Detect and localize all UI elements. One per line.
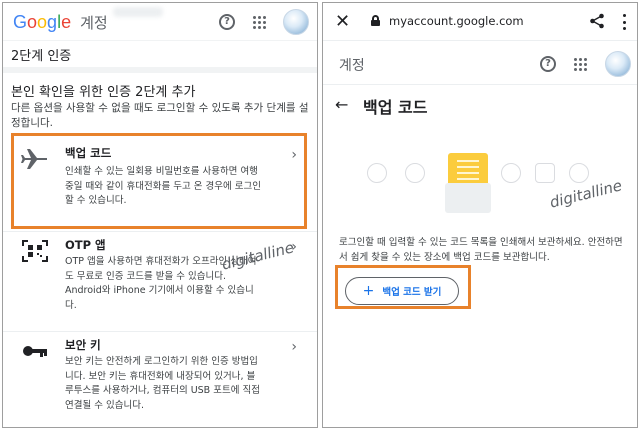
intro-title: 본인 확인을 위한 인증 2단계 추가: [11, 85, 196, 100]
backup-codes-description: 로그인할 때 입력할 수 있는 코드 목록을 인쇄해서 보관하세요. 안전하면서…: [339, 237, 623, 263]
shield-icon: [367, 163, 387, 183]
person-icon: [569, 163, 589, 183]
lock-icon: [535, 163, 555, 183]
key-icon: [23, 346, 47, 357]
qr-scan-icon: [22, 240, 48, 262]
logo-letter: o: [27, 12, 38, 32]
logo-letter: o: [37, 12, 48, 32]
method-title: 보안 키: [65, 338, 101, 352]
lock-icon[interactable]: [371, 15, 380, 26]
code-printout-icon: [445, 153, 491, 213]
apps-grid-icon[interactable]: [250, 13, 268, 31]
help-icon[interactable]: ?: [218, 13, 236, 31]
section-divider: [3, 67, 317, 73]
account-label: 계정: [80, 14, 108, 32]
help-icon[interactable]: ?: [539, 55, 557, 73]
method-title: OTP 앱: [65, 238, 106, 252]
fingerprint-icon: [501, 163, 521, 183]
right-panel: ✕ myaccount.google.com 계정 ? ← 백업 코드 digi…: [322, 2, 638, 428]
logo-letter: e: [61, 12, 72, 32]
more-options-icon[interactable]: [623, 14, 627, 30]
account-label: 계정: [339, 58, 365, 74]
app-header: Google 계정 ?: [3, 3, 317, 41]
close-icon[interactable]: ✕: [335, 11, 350, 32]
apps-grid-icon[interactable]: [571, 55, 589, 73]
url-bar[interactable]: myaccount.google.com: [389, 14, 524, 28]
highlight-box: [11, 133, 307, 229]
browser-toolbar: ✕ myaccount.google.com: [323, 3, 637, 41]
left-panel: Google 계정 ? 2단계 인증 본인 확인을 위한 인증 2단계 추가 다…: [2, 2, 318, 428]
avatar[interactable]: [605, 51, 631, 77]
button-label: 백업 코드 받기: [382, 287, 442, 298]
intro-description: 다른 옵션을 사용할 수 없을 때도 로그인할 수 있도록 추가 단계를 설정합…: [11, 102, 309, 129]
method-divider: [3, 331, 317, 332]
get-backup-codes-button[interactable]: + 백업 코드 받기: [345, 277, 459, 305]
avatar[interactable]: [283, 9, 309, 35]
redacted-name: [113, 7, 163, 17]
back-arrow-icon[interactable]: ←: [335, 95, 348, 114]
app-header: 계정 ?: [323, 43, 637, 85]
method-description: 보안 키는 안전하게 로그인하기 위한 인증 방법입니다. 보안 키는 휴대전화…: [65, 356, 260, 411]
page-title: 2단계 인증: [11, 49, 72, 64]
page-title: 백업 코드: [363, 98, 428, 117]
google-account-logo[interactable]: Google 계정: [13, 12, 108, 33]
method-divider: [3, 231, 317, 232]
chevron-right-icon: ›: [291, 339, 297, 355]
plus-icon: +: [362, 283, 375, 299]
logo-letter: g: [47, 12, 58, 32]
logo-letter: G: [13, 12, 28, 32]
method-security-key[interactable]: 보안 키 보안 키는 안전하게 로그인하기 위한 인증 방법입니다. 보안 키는…: [3, 333, 317, 427]
share-icon[interactable]: [589, 13, 605, 29]
link-icon: [405, 163, 425, 183]
